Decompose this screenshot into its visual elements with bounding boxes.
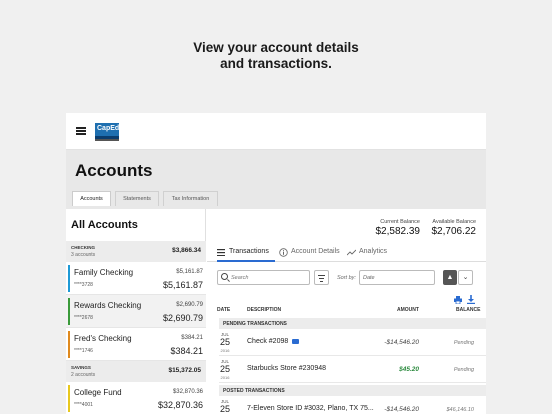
sort-descending-button[interactable]: ⌄ <box>458 270 473 285</box>
tab-transactions[interactable]: Transactions <box>217 248 275 262</box>
promo-headline-line1: View your account details <box>193 40 359 55</box>
account-family-checking[interactable]: Family Checking ****3728 $5,161.87 $5,16… <box>66 262 206 295</box>
search-icon <box>221 273 228 280</box>
account-current-balance: $2,690.79 <box>176 302 203 308</box>
account-number: ****4001 <box>74 402 93 408</box>
tx-year: 2016 <box>220 348 230 353</box>
tx-amount: -$14,546.20 <box>384 406 419 413</box>
tx-day: 25 <box>219 337 230 347</box>
column-amount: AMOUNT <box>397 307 419 313</box>
account-available-balance: $32,870.36 <box>157 400 203 410</box>
tab-account-details[interactable]: Account Details <box>291 248 340 255</box>
transaction-row[interactable]: JUL 25 2016 7-Eleven Store ID #3032, Pla… <box>219 396 486 414</box>
filter-icon <box>318 275 325 276</box>
accounts-sidebar: All Accounts CHECKING 3 accounts $3,866.… <box>66 209 206 414</box>
current-balance-label: Current Balance <box>380 219 420 225</box>
account-detail-panel: Current Balance $2,582.39 Available Bala… <box>207 209 486 414</box>
account-rewards-checking[interactable]: Rewards Checking ****2678 $2,690.79 $2,6… <box>66 295 206 328</box>
sort-by-label: Sort by: <box>337 275 356 281</box>
account-color-bar <box>68 331 70 358</box>
tx-day: 25 <box>219 404 230 414</box>
tx-balance: Pending <box>453 340 474 346</box>
group-total: $3,866.34 <box>172 247 201 254</box>
tx-amount: -$14,546.20 <box>384 339 419 346</box>
account-color-bar <box>68 385 70 412</box>
group-count: 2 accounts <box>71 372 96 378</box>
account-name: Family Checking <box>74 268 134 277</box>
column-description: DESCRIPTION <box>247 307 282 313</box>
transaction-row[interactable]: JUL 25 2016 Starbucks Store #230948 $45.… <box>219 356 486 383</box>
account-color-bar <box>68 265 70 292</box>
account-number: ****3728 <box>74 282 93 288</box>
menu-icon[interactable] <box>76 127 86 135</box>
account-available-balance: $5,161.87 <box>162 280 203 290</box>
detail-subtabs: Transactions Account Details Analytics <box>207 245 486 262</box>
group-savings[interactable]: SAVINGS 2 accounts $15,372.05 <box>66 361 206 382</box>
tx-description: Starbucks Store #230948 <box>247 365 326 372</box>
tx-description: 7-Eleven Store ID #3032, Plano, TX 75... <box>247 405 374 412</box>
bank-logo[interactable]: CapEd <box>95 123 119 139</box>
account-current-balance: $384.21 <box>181 335 203 341</box>
tx-day: 25 <box>219 364 230 374</box>
info-icon <box>279 248 288 257</box>
group-name: CHECKING <box>71 245 96 250</box>
sort-select[interactable]: Date <box>359 270 435 285</box>
tab-analytics[interactable]: Analytics <box>359 248 387 255</box>
tx-description: Check #2098 <box>247 338 300 345</box>
account-available-balance: $384.21 <box>170 346 203 356</box>
group-name: SAVINGS <box>71 365 91 370</box>
account-name: Rewards Checking <box>74 301 142 310</box>
print-icon[interactable] <box>454 296 462 304</box>
sort-ascending-button[interactable]: ▲ <box>443 270 457 285</box>
promo-headline: View your account details and transactio… <box>0 40 552 72</box>
group-checking[interactable]: CHECKING 3 accounts $3,866.34 <box>66 241 206 262</box>
tab-statements[interactable]: Statements <box>115 191 159 206</box>
posted-transactions-header: POSTED TRANSACTIONS <box>219 385 486 396</box>
column-balance: BALANCE <box>456 307 481 313</box>
group-total: $15,372.05 <box>168 367 201 374</box>
tab-tax-information[interactable]: Tax Information <box>163 191 218 206</box>
account-freds-checking[interactable]: Fred's Checking ****1746 $384.21 $384.21 <box>66 328 206 361</box>
account-current-balance: $32,870.36 <box>172 389 203 395</box>
tx-year: 2016 <box>220 375 230 380</box>
tab-accounts[interactable]: Accounts <box>72 191 111 206</box>
account-number: ****2678 <box>74 315 93 321</box>
page-title: Accounts <box>75 161 153 180</box>
transaction-row[interactable]: JUL 25 2016 Check #2098 -$14,546.20 Pend… <box>219 329 486 356</box>
list-icon <box>217 249 225 256</box>
account-name: College Fund <box>74 388 122 397</box>
account-color-bar <box>68 298 70 325</box>
available-balance-label: Available Balance <box>432 219 476 225</box>
current-balance-value: $2,582.39 <box>375 226 421 237</box>
account-college-fund[interactable]: College Fund ****4001 $32,870.36 $32,870… <box>66 382 206 414</box>
account-name: Fred's Checking <box>74 334 132 343</box>
tx-balance: Pending <box>453 367 474 373</box>
filter-button[interactable] <box>314 270 329 285</box>
account-number: ****1746 <box>74 348 93 354</box>
trend-icon <box>347 249 356 256</box>
download-icon[interactable] <box>467 295 475 304</box>
top-bar: CapEd <box>66 113 486 150</box>
page-header: Accounts Accounts Statements Tax Informa… <box>66 150 486 209</box>
promo-headline-line2: and transactions. <box>220 56 332 71</box>
pending-transactions-header: PENDING TRANSACTIONS <box>219 318 486 329</box>
all-accounts-heading: All Accounts <box>71 219 138 231</box>
search-input[interactable] <box>231 273 307 283</box>
column-date: DATE <box>217 307 231 313</box>
app-window: CapEd Accounts Accounts Statements Tax I… <box>66 113 486 414</box>
tx-balance: $46,146.10 <box>446 407 474 413</box>
account-available-balance: $2,690.79 <box>162 313 203 323</box>
logo-underline <box>95 139 119 141</box>
account-current-balance: $5,161.87 <box>176 269 203 275</box>
available-balance-value: $2,706.22 <box>431 226 477 237</box>
tx-amount: $45.20 <box>399 366 419 373</box>
check-image-icon[interactable] <box>292 338 300 344</box>
group-count: 3 accounts <box>71 252 96 258</box>
search-box[interactable] <box>217 270 310 285</box>
